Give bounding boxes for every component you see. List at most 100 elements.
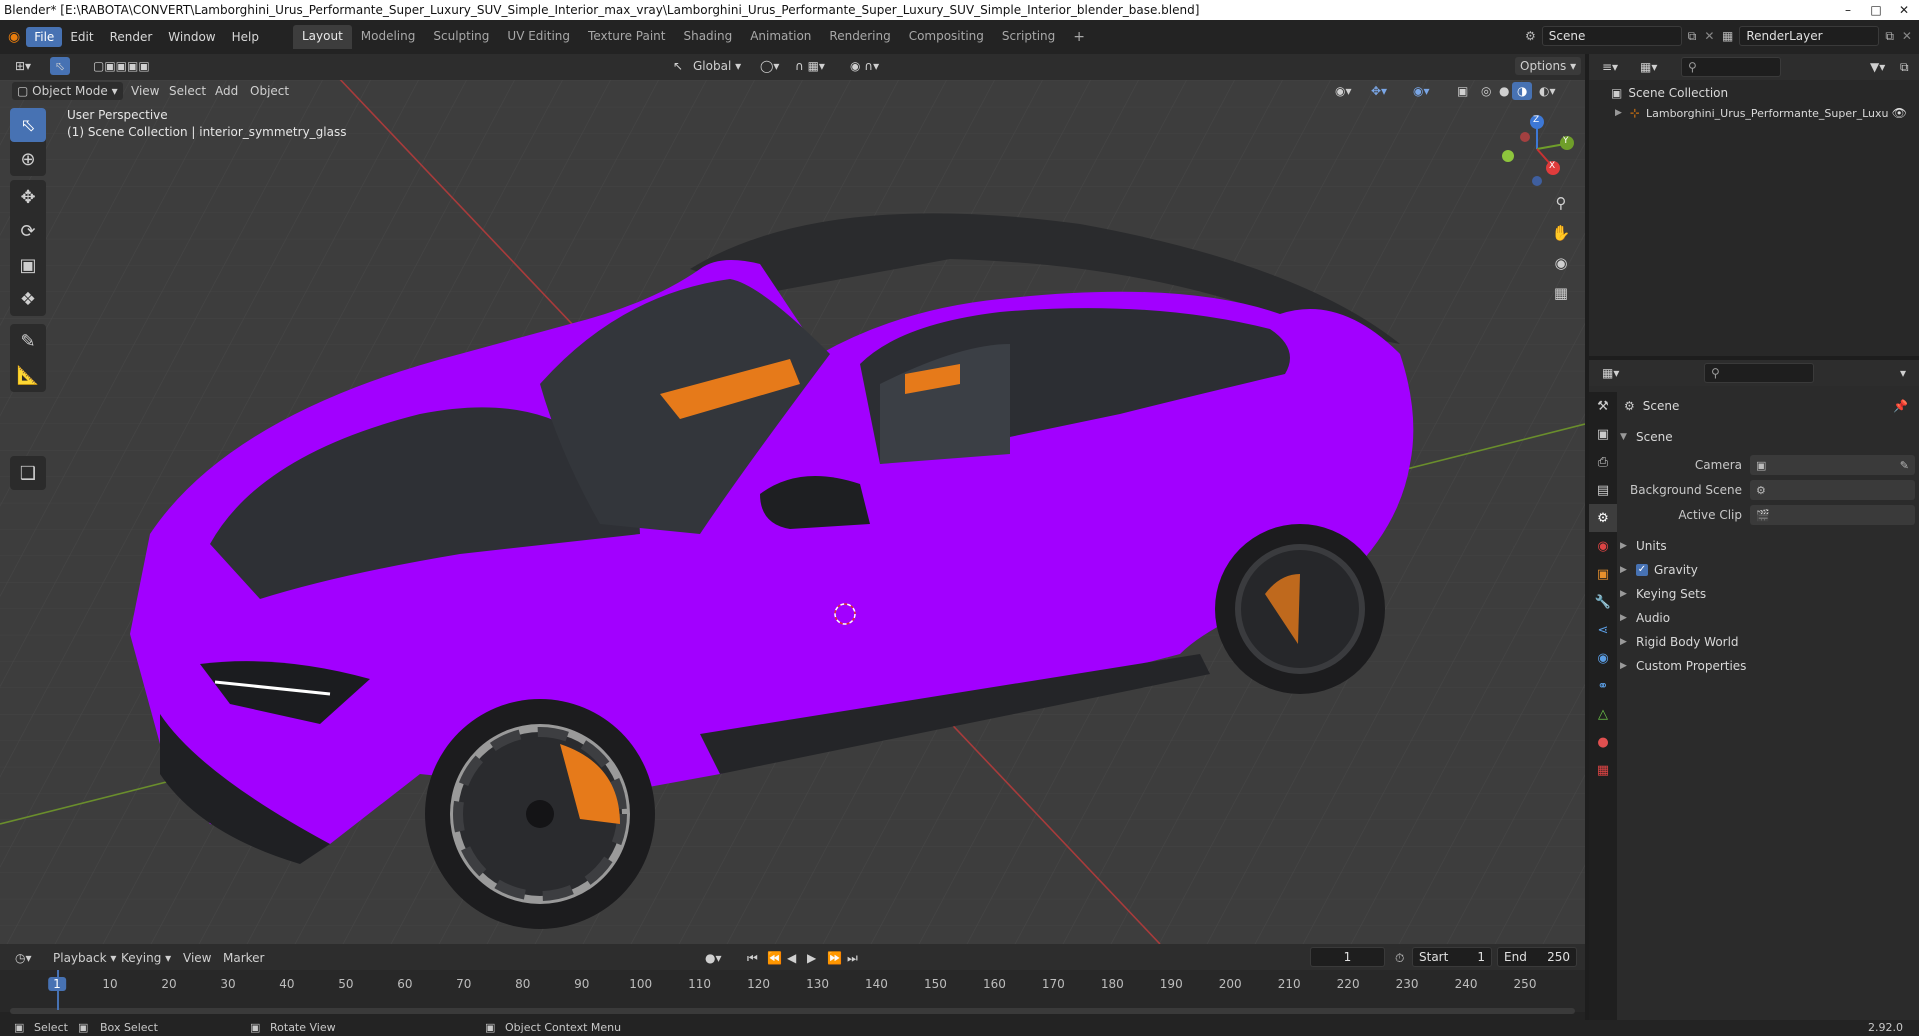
xray-icon[interactable]: ▣	[1452, 82, 1473, 100]
end-frame-field[interactable]: End 250	[1497, 947, 1577, 967]
particles-tab-icon[interactable]: ⋖	[1589, 616, 1617, 644]
visibility-icon[interactable]: ◉▾	[1330, 82, 1357, 100]
menu-render[interactable]: Render	[102, 27, 161, 47]
record-icon[interactable]: ●▾	[700, 949, 727, 967]
select-box-tool-icon[interactable]: ⬁	[10, 108, 46, 142]
annotate-tool-icon[interactable]: ✎	[10, 324, 46, 358]
menu-help[interactable]: Help	[224, 27, 267, 47]
gizmo-toggle-icon[interactable]: ✥▾	[1366, 82, 1392, 100]
panel-custom-properties[interactable]: ▶ Custom Properties	[1620, 655, 1915, 677]
outliner-search-input[interactable]: ⚲	[1681, 57, 1781, 77]
maximize-button[interactable]: □	[1862, 0, 1890, 20]
scene-selector[interactable]: Scene	[1541, 26, 1682, 46]
overlay-toggle-icon[interactable]: ◉▾	[1408, 82, 1435, 100]
timeline-editor-type-icon[interactable]: ◷▾	[10, 949, 37, 967]
scale-tool-icon[interactable]: ▣	[10, 248, 46, 282]
menu-edit[interactable]: Edit	[62, 27, 101, 47]
orientation-icon[interactable]: ↖	[668, 57, 688, 75]
properties-editor-type-icon[interactable]: ▦▾	[1597, 364, 1624, 382]
tab-rendering[interactable]: Rendering	[820, 25, 899, 49]
pivot-icon[interactable]: ◯▾	[755, 57, 784, 75]
delete-renderlayer-icon[interactable]: ✕	[1902, 29, 1912, 43]
delete-scene-icon[interactable]: ✕	[1704, 29, 1714, 43]
move-tool-icon[interactable]: ✥	[10, 180, 46, 214]
select-mode-icon[interactable]: ⬁	[50, 57, 71, 75]
options-dropdown[interactable]: Options ▾	[1515, 57, 1582, 75]
tab-uv-editing[interactable]: UV Editing	[498, 25, 579, 49]
outliner-editor-type-icon[interactable]: ≡▾	[1597, 58, 1623, 76]
camera-view-icon[interactable]: ◉	[1548, 250, 1574, 276]
scene-section-header[interactable]: ▼ Scene	[1620, 426, 1915, 448]
modifier-tab-icon[interactable]: 🔧	[1589, 588, 1617, 616]
pin-icon[interactable]: 📌	[1893, 399, 1908, 413]
tab-modeling[interactable]: Modeling	[352, 25, 425, 49]
material-tab-icon[interactable]: ●	[1589, 728, 1617, 756]
editor-type-icon[interactable]: ⊞▾	[10, 57, 36, 75]
world-tab-icon[interactable]: ◉	[1589, 532, 1617, 560]
physics-tab-icon[interactable]: ◉	[1589, 644, 1617, 672]
menu-file[interactable]: File	[26, 27, 63, 47]
proportional-edit-icon[interactable]: ◉ ∩▾	[845, 57, 884, 75]
render-tab-icon[interactable]: ▣	[1589, 420, 1617, 448]
current-frame-field[interactable]: 1	[1310, 947, 1385, 967]
tab-layout[interactable]: Layout	[292, 25, 352, 49]
menu-timeline-view[interactable]: View	[178, 949, 216, 967]
tool-tab-icon[interactable]: ⚒	[1589, 392, 1617, 420]
menu-add[interactable]: Add	[210, 82, 243, 100]
tab-compositing[interactable]: Compositing	[900, 25, 993, 49]
3d-viewport[interactable]: Z Y X ⚲ ✋ ◉ ▦ User Perspective (1) Scene…	[0, 54, 1585, 944]
jump-start-icon[interactable]: ⏮	[742, 949, 763, 968]
outliner-item-scene-collection[interactable]: ▣ Scene Collection	[1611, 84, 1728, 102]
snap-icon[interactable]: ∩ ▦▾	[790, 57, 830, 75]
object-mode-dropdown[interactable]: ▢ Object Mode ▾	[12, 82, 123, 100]
play-reverse-icon[interactable]: ◀	[782, 949, 801, 967]
menu-keying[interactable]: Keying ▾	[116, 949, 176, 967]
tab-shading[interactable]: Shading	[674, 25, 741, 49]
pan-hand-icon[interactable]: ✋	[1548, 220, 1574, 246]
play-icon[interactable]: ▶	[802, 949, 821, 967]
transform-tool-icon[interactable]: ❖	[10, 282, 46, 316]
background-scene-field[interactable]: ⚙	[1750, 480, 1915, 500]
panel-units[interactable]: ▶ Units	[1620, 535, 1915, 557]
display-mode-icon[interactable]: ▦▾	[1635, 58, 1662, 76]
selection-modes-icon[interactable]: ▢▣▣▣▣	[88, 57, 155, 75]
panel-rigid-body-world[interactable]: ▶ Rigid Body World	[1620, 631, 1915, 653]
scene-tab-icon[interactable]: ⚙	[1589, 504, 1617, 532]
constraints-tab-icon[interactable]: ⚭	[1589, 672, 1617, 700]
gravity-checkbox[interactable]: ✓	[1636, 564, 1648, 576]
menu-object[interactable]: Object	[245, 82, 294, 100]
shading-material-icon[interactable]: ◑	[1512, 82, 1533, 100]
menu-select[interactable]: Select	[164, 82, 211, 100]
rotate-tool-icon[interactable]: ⟳	[10, 214, 46, 248]
tab-animation[interactable]: Animation	[741, 25, 820, 49]
perspective-grid-icon[interactable]: ▦	[1548, 280, 1574, 306]
minimize-button[interactable]: –	[1834, 0, 1862, 20]
menu-view[interactable]: View	[126, 82, 164, 100]
properties-options-icon[interactable]: ▾	[1895, 364, 1911, 382]
active-clip-field[interactable]: 🎬	[1750, 505, 1915, 525]
panel-gravity[interactable]: ▶ ✓ Gravity	[1620, 559, 1915, 581]
output-tab-icon[interactable]: ⎙	[1589, 448, 1617, 476]
blender-logo-icon[interactable]: ◉	[8, 29, 20, 45]
panel-keying-sets[interactable]: ▶ Keying Sets	[1620, 583, 1915, 605]
panel-audio[interactable]: ▶ Audio	[1620, 607, 1915, 629]
jump-end-icon[interactable]: ⏭	[842, 949, 863, 968]
add-cube-tool-icon[interactable]: ❑	[10, 456, 46, 490]
camera-field[interactable]: ▣ ✎	[1750, 455, 1915, 475]
outliner-item-lamborghini[interactable]: ▶ ⊹ Lamborghini_Urus_Performante_Super_L…	[1615, 104, 1915, 122]
new-collection-icon[interactable]: ⧉	[1895, 58, 1914, 77]
renderlayer-icon[interactable]: ▦	[1722, 29, 1733, 43]
expand-arrow-icon[interactable]: ▶	[1615, 108, 1622, 118]
menu-playback[interactable]: Playback ▾	[48, 949, 121, 967]
tab-sculpting[interactable]: Sculpting	[424, 25, 498, 49]
tab-scripting[interactable]: Scripting	[993, 25, 1064, 49]
data-tab-icon[interactable]: △	[1589, 700, 1617, 728]
eye-visibility-icon[interactable]: 👁	[1892, 106, 1907, 120]
tab-texture-paint[interactable]: Texture Paint	[579, 25, 674, 49]
menu-marker[interactable]: Marker	[218, 949, 269, 967]
measure-tool-icon[interactable]: 📐	[10, 358, 46, 392]
viewport-scene[interactable]	[0, 54, 1585, 944]
filter-icon[interactable]: ▼▾	[1865, 58, 1890, 76]
menu-window[interactable]: Window	[160, 27, 223, 47]
scene-icon[interactable]: ⚙	[1525, 29, 1536, 43]
